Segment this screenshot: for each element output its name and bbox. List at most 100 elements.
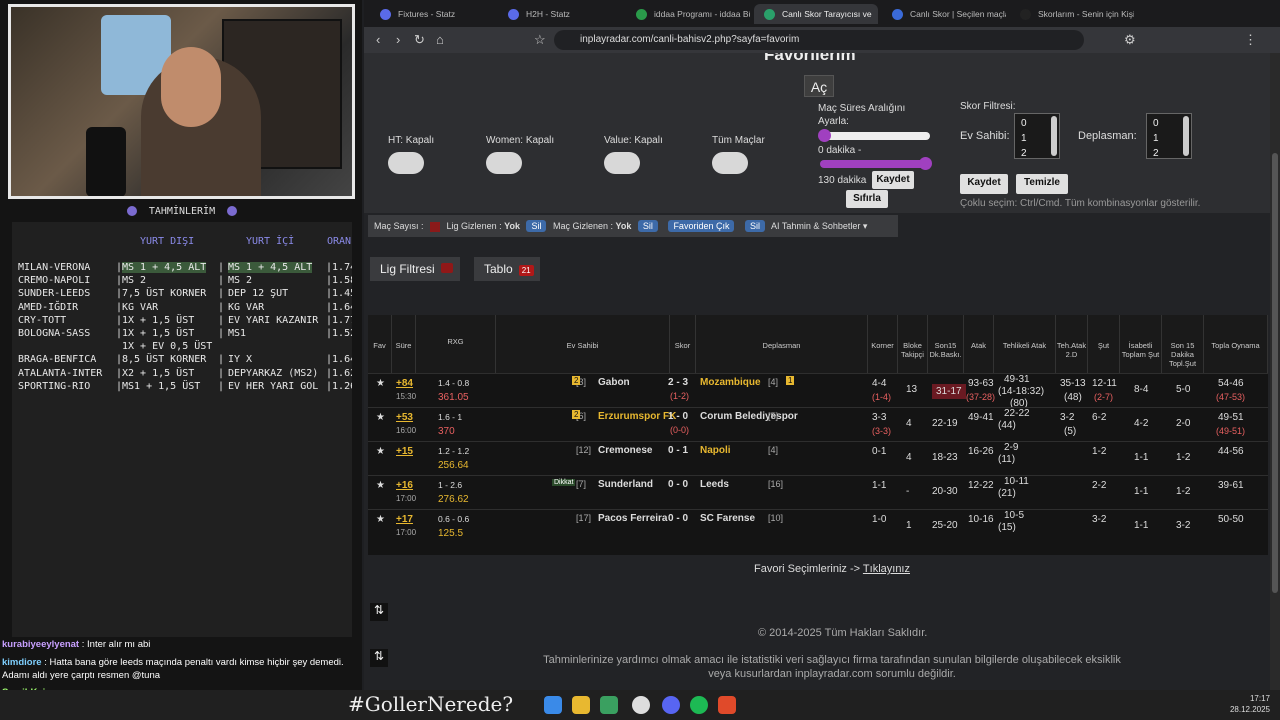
header-dep[interactable]: Deplasman (696, 315, 868, 373)
browser-tab[interactable]: Canlı Skor Tarayıcısı ve (754, 4, 878, 24)
file-explorer-icon[interactable] (572, 696, 590, 714)
home-team: Sunderland (598, 479, 654, 490)
match-row[interactable]: ★ +17 17:00 0.6 - 0.6 125.5 Pacos Ferreira [17… (368, 509, 1268, 543)
away-score-select[interactable]: 012 (1146, 113, 1192, 159)
ai-chat-dropdown[interactable]: AI Tahmin & Sohbetler ▾ (771, 221, 867, 231)
match-row[interactable]: ★ +15 1.2 - 1.2 256.64 Cremonese [12] 0 - 1 Nap… (368, 441, 1268, 475)
toggle-women[interactable]: Women: Kapalı (486, 135, 554, 174)
browser-tab[interactable]: Canlı Skor | Seçilen maçlar (882, 4, 1006, 24)
header-topla[interactable]: Topla Oynama (1204, 315, 1268, 373)
match-clear-button[interactable]: Sil (637, 220, 658, 232)
fav-clear-button[interactable]: Sil (744, 220, 765, 232)
spotify-icon[interactable] (690, 696, 708, 714)
header-isabet[interactable]: İsabetli Toplam Şut (1120, 315, 1162, 373)
attack-ht: (37-28) (966, 392, 996, 402)
danger-attack: 22-22 (1004, 408, 1030, 419)
blocked-stat: 4 (906, 418, 912, 429)
header-skor[interactable]: Skor (670, 315, 696, 373)
header-bloke[interactable]: Bloke Takipçi (898, 315, 928, 373)
score: 1 - 0 (668, 411, 689, 422)
header-son15sut[interactable]: Son 15 Dakika Topl.Şut (1162, 315, 1204, 373)
home-icon[interactable]: ⌂ (436, 32, 444, 47)
fav-star-icon[interactable]: ★ (376, 514, 385, 525)
prediction-row: BOLOGNA-SASS | 1X + 1,5 ÜST | MS1 |1.52 (12, 328, 352, 341)
chrome-icon[interactable] (632, 696, 650, 714)
fav-star-icon[interactable]: ★ (376, 378, 385, 389)
windows-start-icon[interactable] (544, 696, 562, 714)
header-fav[interactable]: Fav (368, 315, 392, 373)
attack-stat: 10-16 (968, 514, 994, 525)
scrollbar[interactable] (1270, 53, 1280, 690)
away-team: Corum Belediyespor (700, 411, 798, 422)
league-clear-button[interactable]: Sil (526, 220, 547, 232)
clear-button[interactable]: Temizle (1016, 174, 1068, 194)
home-yellow-cards: 2 (572, 410, 581, 419)
toggle-switch[interactable] (388, 152, 424, 174)
away-rank: [16] (768, 479, 784, 489)
fav-star-icon[interactable]: ★ (376, 446, 385, 457)
fav-link[interactable]: Tıklayınız (863, 563, 910, 575)
menu-icon[interactable]: ⋮ (1244, 32, 1257, 48)
fav-star-icon[interactable]: ★ (376, 412, 385, 423)
header-teh2[interactable]: Teh.Atak 2.D (1056, 315, 1088, 373)
extensions-icon[interactable]: ⚙ (1124, 32, 1136, 48)
brave-icon[interactable] (718, 696, 736, 714)
header-son15[interactable]: Son15 Dk.Baskı. (928, 315, 964, 373)
sort-button-2[interactable]: ⇅ (370, 649, 388, 667)
tab-favicon-icon (1020, 9, 1031, 20)
pressure-stat: 22-19 (932, 418, 958, 429)
range-slider-max[interactable] (820, 157, 932, 170)
url-input[interactable]: inplayradar.com/canli-bahisv2.php?sayfa=… (554, 30, 1084, 50)
reload-icon[interactable]: ↻ (414, 32, 425, 48)
pressure-stat: 31-17 (932, 384, 966, 399)
toggle-all[interactable]: Tüm Maçlar (712, 135, 765, 174)
shot-stat: 1-2 (1092, 446, 1107, 457)
header-rxg[interactable]: RXG (416, 315, 496, 373)
match-row[interactable]: ★ +16 17:00 1 - 2.6 276.62 Sunderland [7] 0 - 0… (368, 475, 1268, 509)
header-sure[interactable]: Süre (392, 315, 416, 373)
back-icon[interactable]: ‹ (376, 32, 380, 47)
open-button[interactable]: Aç (804, 75, 834, 97)
toggle-ht[interactable]: HT: Kapalı (388, 135, 434, 174)
header-sut[interactable]: Şut (1088, 315, 1120, 373)
filter-bar: Maç Sayısı : Lig Gizlenen : Yok Sil Maç … (368, 215, 898, 237)
browser-tab[interactable]: Fixtures - Statz (370, 4, 494, 24)
pred-abroad: 7,5 ÜST KORNER (122, 288, 207, 300)
save-score-button[interactable]: Kaydet (960, 174, 1008, 194)
pressure-stat: 20-30 (932, 486, 958, 497)
app-icon[interactable] (600, 696, 618, 714)
toggle-switch[interactable] (486, 152, 522, 174)
last15-shot: 2-0 (1176, 418, 1191, 429)
fav-star-icon[interactable]: ★ (376, 480, 385, 491)
last15-shot: 1-2 (1176, 452, 1191, 463)
forward-icon[interactable]: › (396, 32, 400, 47)
unfavorite-button[interactable]: Favoriden Çık (668, 220, 735, 232)
tab-label: H2H - Statz (526, 9, 570, 19)
reset-button[interactable]: Sıfırla (846, 190, 888, 208)
league-filter-tab[interactable]: Lig Filtresi (370, 257, 460, 281)
match-row[interactable]: ★ +84 15:30 1.4 - 0.8 361.05 Gabon [3] 2 - 3 (1-… (368, 373, 1268, 409)
header-atak[interactable]: Atak (964, 315, 994, 373)
match-row[interactable]: ★ +53 16:00 1.6 - 1 370 Erzurumspor FK [6] 1 - … (368, 407, 1268, 441)
prediction-row: CRY-TOTT | 1X + 1,5 ÜST | EV YARI KAZANI… (12, 315, 352, 328)
discord-icon[interactable] (662, 696, 680, 714)
range-slider-min[interactable] (818, 129, 930, 142)
browser-tab[interactable]: H2H - Statz (498, 4, 622, 24)
toggle-switch[interactable] (712, 152, 748, 174)
browser-tab[interactable]: iddaa Programı - iddaa Bü (626, 4, 750, 24)
table-tab[interactable]: Tablo 21 (474, 257, 540, 281)
bookmark-icon[interactable]: ☆ (534, 32, 546, 48)
header-ev[interactable]: Ev Sahibi (496, 315, 670, 373)
header-teh[interactable]: Tehlikeli Atak (994, 315, 1056, 373)
pred-abroad: 1X + EV 0,5 ÜST (122, 341, 213, 353)
save-range-button[interactable]: Kaydet (872, 171, 914, 189)
chat-text: Inter alır mı abi (87, 639, 151, 650)
rxg-total: 276.62 (438, 494, 469, 505)
browser-tab[interactable]: Skorlarım - Senin için Kişis (1010, 4, 1134, 24)
header-korner[interactable]: Korner (868, 315, 898, 373)
sort-button[interactable]: ⇅ (370, 603, 388, 621)
toggle-value[interactable]: Value: Kapalı (604, 135, 663, 174)
home-score-select[interactable]: 012 (1014, 113, 1060, 159)
toggle-switch[interactable] (604, 152, 640, 174)
on-target-stat: 1-1 (1134, 486, 1149, 497)
